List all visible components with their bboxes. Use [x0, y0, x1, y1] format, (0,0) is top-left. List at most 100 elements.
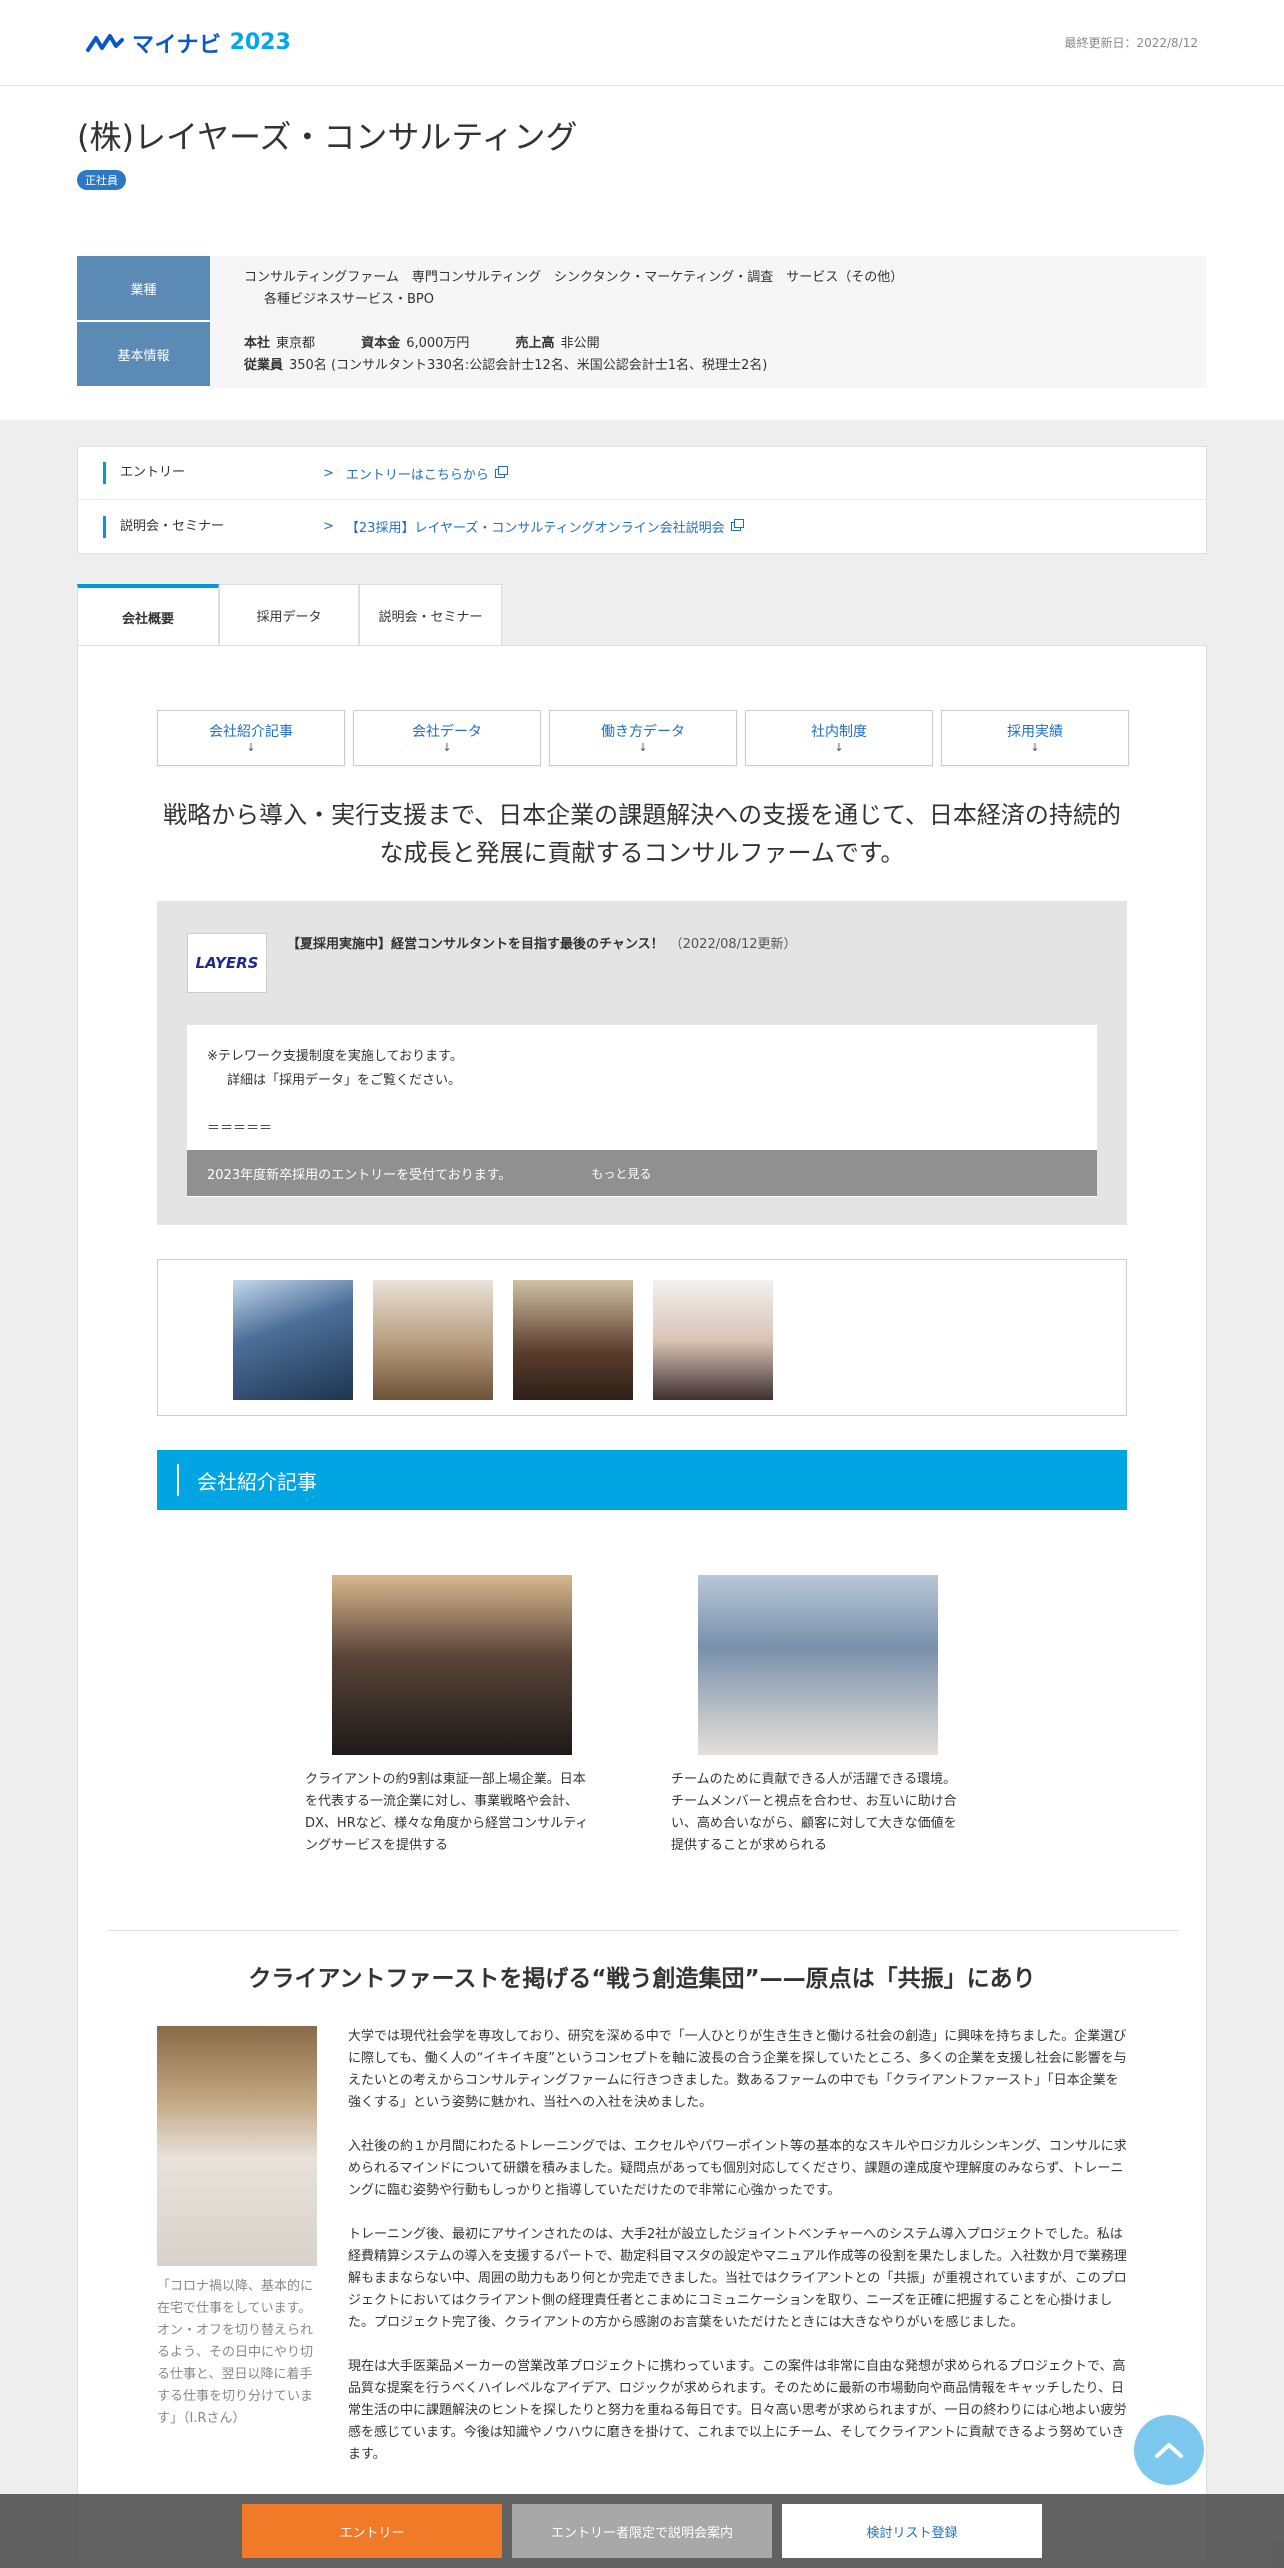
divider [108, 1930, 1178, 1931]
logo-year: 2023 [229, 30, 291, 55]
add-to-list-button[interactable]: 検討リスト登録 [782, 2504, 1042, 2558]
chevron-right-icon: > [323, 465, 334, 481]
entry-link-text: エントリーはこちらから [345, 467, 489, 483]
interviewee-caption: 「コロナ禍以降、基本的に在宅で仕事をしています。オン・オフを切り替えられるよう、… [157, 2279, 314, 2426]
employees-label: 従業員 [244, 358, 284, 373]
interview-paragraph: 大学では現代社会学を専攻しており、研究を深める中で「一人ひとりが生き生きと働ける… [348, 2029, 1127, 2110]
subnav-label: 働き方データ [601, 724, 685, 740]
subnav-label: 採用実績 [1007, 724, 1063, 740]
catch-copy: 戦略から導入・実行支援まで、日本企業の課題解決への支援を通じて、日本経済の持続的… [163, 801, 1121, 867]
subnav-articles[interactable]: 会社紹介記事 ↓ [157, 710, 345, 766]
article-text: クライアントの約9割は東証一部上場企業。日本を代表する一流企業に対し、事業戦略や… [305, 1772, 589, 1853]
entry-label: エントリー [103, 462, 323, 484]
section-header-articles: 会社紹介記事 [157, 1450, 1127, 1510]
chevron-right-icon: > [323, 519, 334, 534]
interview-paragraph: 現在は大手医薬品メーカーの営業改革プロジェクトに携わっています。この案件は非常に… [348, 2359, 1127, 2462]
hq-value: 東京都 [276, 336, 316, 351]
photo-gallery [157, 1259, 1127, 1416]
interview-body: 大学では現代社会学を専攻しており、研究を深める中で「一人ひとりが生き生きと働ける… [348, 2026, 1128, 2488]
article-image [331, 1575, 572, 1755]
employment-badge: 正社員 [77, 170, 126, 190]
basic-info-row: 基本情報 本社 東京都 資本金 6,000万円 売上高 非公開 従業員 350名 (コン… [77, 322, 1207, 388]
industry-row: 業種 コンサルティングファーム 専門コンサルティング シンクタンク・マーケティン… [77, 256, 1207, 322]
logo-text: マイナビ [132, 32, 222, 58]
interviewee-photo [157, 2026, 317, 2266]
article-text: チームのために貢献できる人が活躍できる環境。チームメンバーと視点を合わせ、お互い… [671, 1772, 957, 1853]
capital-label: 資本金 [361, 336, 401, 351]
mynavi-logo-icon [86, 33, 124, 52]
chevron-up-icon [1155, 2443, 1183, 2458]
gallery-photo-meeting-room[interactable] [513, 1280, 633, 1400]
notice-line: ＝＝＝＝＝ [207, 1121, 273, 1136]
external-link-icon [494, 465, 508, 478]
article-list: クライアントの約9割は東証一部上場企業。日本を代表する一流企業に対し、事業戦略や… [305, 1575, 964, 1857]
scroll-to-top-button[interactable] [1134, 2415, 1204, 2485]
basic-info-label: 基本情報 [77, 322, 210, 388]
mynavi-logo[interactable]: マイナビ 2023 [86, 27, 291, 59]
site-header: マイナビ 2023 最終更新日：2022/8/12 [0, 0, 1284, 86]
article-image [697, 1575, 938, 1755]
interview-paragraph: 入社後の約１か月間にわたるトレーニングでは、エクセルやパワーポイント等の基本的な… [348, 2139, 1127, 2198]
tab-recruit-data[interactable]: 採用データ [219, 584, 359, 646]
subnav-internal-system[interactable]: 社内制度 ↓ [745, 710, 933, 766]
notice-line: ※テレワーク支援制度を実施しております。 [207, 1049, 463, 1064]
seminar-link[interactable]: > 【23採用】レイヤーズ・コンサルティングオンライン会社説明会 [323, 517, 744, 536]
gallery-photo-building[interactable] [233, 1280, 353, 1400]
page-tabs: 会社概要 採用データ 説明会・セミナー [77, 584, 502, 646]
subnav-company-data[interactable]: 会社データ ↓ [353, 710, 541, 766]
subnav-label: 会社紹介記事 [209, 724, 293, 740]
seminar-link-text: 【23採用】レイヤーズ・コンサルティングオンライン会社説明会 [345, 521, 725, 536]
notice-footer: 2023年度新卒採用のエントリーを受付ております。 もっと見る [187, 1150, 1097, 1196]
capital-value: 6,000万円 [406, 336, 470, 351]
hq-label: 本社 [244, 336, 271, 351]
employees-value: 350名 (コンサルタント330名:公認会計士12名、米国公認会計士1名、税理士… [289, 358, 768, 373]
article-card[interactable]: チームのために貢献できる人が活躍できる環境。チームメンバーと視点を合わせ、お互い… [671, 1575, 964, 1857]
arrow-down-icon: ↓ [834, 741, 844, 754]
company-head: (株)レイヤーズ・コンサルティング 正社員 業種 コンサルティングファーム 専門… [0, 86, 1284, 420]
seminar-label: 説明会・セミナー [103, 515, 323, 538]
entry-link[interactable]: > エントリーはこちらから [323, 464, 508, 483]
limited-seminar-button[interactable]: エントリー者限定で説明会案内 [512, 2504, 772, 2558]
entry-button[interactable]: エントリー [242, 2504, 502, 2558]
subnav-work-style[interactable]: 働き方データ ↓ [549, 710, 737, 766]
arrow-down-icon: ↓ [638, 741, 648, 754]
notice-title: 【夏採用実施中】経営コンサルタントを目指す最後のチャンス！ （2022/08/12… [287, 933, 797, 952]
tab-company-overview[interactable]: 会社概要 [77, 584, 219, 646]
subnav-label: 会社データ [412, 724, 482, 740]
industry-label: 業種 [77, 256, 210, 322]
sales-label: 売上高 [515, 336, 555, 351]
arrow-down-icon: ↓ [1030, 741, 1040, 754]
industry-value: コンサルティングファーム 専門コンサルティング シンクタンク・マーケティング・調… [210, 256, 1207, 322]
read-more-link[interactable]: もっと見る [591, 1165, 651, 1182]
notice-title-text: 【夏採用実施中】経営コンサルタントを目指す最後のチャンス！ [287, 937, 664, 952]
main-content: 会社紹介記事 ↓ 会社データ ↓ 働き方データ ↓ 社内制度 ↓ 採用実績 ↓ 戦略から導… [77, 645, 1207, 2568]
entry-row: エントリー > エントリーはこちらから [78, 447, 1206, 500]
sales-value: 非公開 [560, 336, 600, 351]
seminar-row: 説明会・セミナー > 【23採用】レイヤーズ・コンサルティングオンライン会社説明… [78, 500, 1206, 553]
company-name: (株)レイヤーズ・コンサルティング [77, 118, 578, 156]
section-bar-accent [177, 1464, 179, 1496]
article-card[interactable]: クライアントの約9割は東証一部上場企業。日本を代表する一流企業に対し、事業戦略や… [305, 1575, 598, 1857]
arrow-down-icon: ↓ [246, 741, 256, 754]
last-updated: 最終更新日：2022/8/12 [1064, 36, 1198, 50]
news-notice: LAYERS 【夏採用実施中】経営コンサルタントを目指す最後のチャンス！ （202… [157, 901, 1127, 1225]
basic-info-value: 本社 東京都 資本金 6,000万円 売上高 非公開 従業員 350名 (コンサルタント… [210, 322, 1207, 388]
subnav-hiring-record[interactable]: 採用実績 ↓ [941, 710, 1129, 766]
industry-line2: 各種ビジネスサービス・BPO [264, 292, 434, 307]
company-logo: LAYERS [187, 933, 267, 993]
tab-seminar[interactable]: 説明会・セミナー [359, 584, 502, 646]
gallery-photo-office[interactable] [373, 1280, 493, 1400]
arrow-down-icon: ↓ [442, 741, 452, 754]
subnav-label: 社内制度 [811, 724, 867, 740]
notice-date: （2022/08/12更新） [669, 937, 797, 952]
gallery-photo-staff[interactable] [653, 1280, 773, 1400]
section-subnav: 会社紹介記事 ↓ 会社データ ↓ 働き方データ ↓ 社内制度 ↓ 採用実績 ↓ [157, 710, 1129, 766]
interview-title: クライアントファーストを掲げる“戦う創造集団”——原点は「共振」にあり [248, 1966, 1036, 1992]
section-title: 会社紹介記事 [197, 1469, 317, 1494]
interview-paragraph: トレーニング後、最初にアサインされたのは、大手2社が設立したジョイントベンチャー… [348, 2227, 1127, 2330]
bottom-action-bar: エントリー エントリー者限定で説明会案内 検討リスト登録 [0, 2494, 1284, 2568]
industry-line1: コンサルティングファーム 専門コンサルティング シンクタンク・マーケティング・調… [244, 270, 904, 285]
link-panel: エントリー > エントリーはこちらから 説明会・セミナー > 【23採用】レイヤ… [77, 446, 1207, 554]
company-info-table: 業種 コンサルティングファーム 専門コンサルティング シンクタンク・マーケティン… [77, 256, 1207, 388]
notice-line: 詳細は「採用データ」をご覧ください。 [227, 1073, 462, 1088]
